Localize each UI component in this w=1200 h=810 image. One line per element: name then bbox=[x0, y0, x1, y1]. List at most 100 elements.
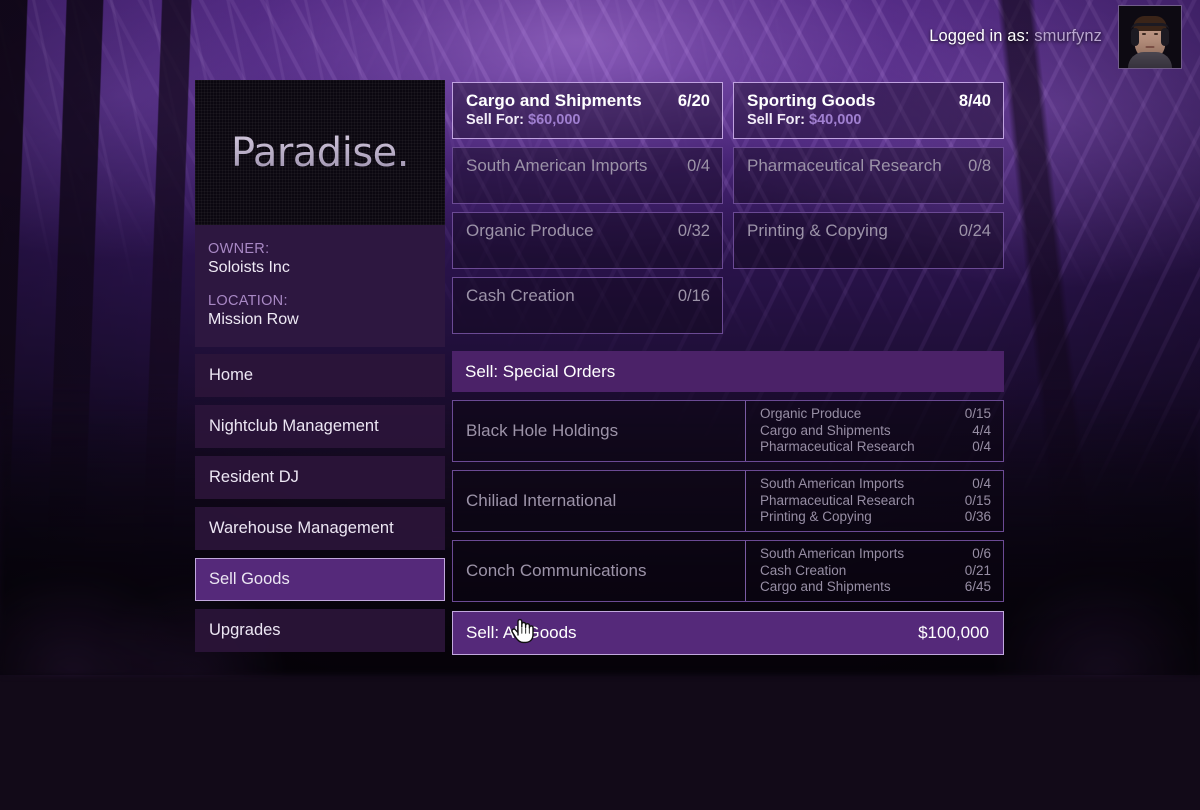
sidebar-item-warehouse-management[interactable]: Warehouse Management bbox=[195, 507, 445, 550]
goods-card-quantity: 0/24 bbox=[959, 222, 991, 241]
sidebar-item-label: Home bbox=[209, 366, 253, 385]
owner-label: OWNER: bbox=[208, 241, 445, 257]
goods-card[interactable]: South American Imports 0/4 bbox=[452, 147, 723, 204]
sidebar-nav: Home Nightclub Management Resident DJ Wareh… bbox=[195, 354, 445, 652]
goods-card-sell-for: Sell For: $60,000 bbox=[466, 112, 710, 128]
goods-card-quantity: 0/4 bbox=[687, 157, 710, 176]
goods-card-row: Pharmaceutical Research 0/8 bbox=[747, 156, 991, 176]
special-order-item-quantity: 0/6 bbox=[972, 546, 991, 563]
sidebar-item-upgrades[interactable]: Upgrades bbox=[195, 609, 445, 652]
special-order-item: Pharmaceutical Research 0/15 bbox=[760, 493, 991, 510]
goods-card-name: South American Imports bbox=[466, 156, 647, 176]
sidebar-item-resident-dj[interactable]: Resident DJ bbox=[195, 456, 445, 499]
special-order-item-name: Printing & Copying bbox=[760, 509, 872, 526]
sell-for-label: Sell For: bbox=[466, 112, 524, 128]
special-order-items: South American Imports 0/6 Cash Creation 0/… bbox=[745, 541, 1003, 601]
special-order-row[interactable]: Conch CommunicationsSouth American Impor… bbox=[452, 540, 1004, 602]
goods-card-name: Pharmaceutical Research bbox=[747, 156, 942, 176]
goods-card[interactable]: Pharmaceutical Research 0/8 bbox=[733, 147, 1004, 204]
special-order-item-name: Organic Produce bbox=[760, 406, 861, 423]
goods-card-row: Cargo and Shipments6/20 bbox=[466, 91, 710, 111]
special-order-item: Cargo and Shipments 4/4 bbox=[760, 423, 991, 440]
special-order-item: Printing & Copying 0/36 bbox=[760, 509, 991, 526]
logged-in-status: Logged in as: smurfynz bbox=[929, 27, 1102, 46]
goods-card-name: Sporting Goods bbox=[747, 91, 875, 111]
goods-card-sell-for: Sell For: $40,000 bbox=[747, 112, 991, 128]
sell-for-amount: $40,000 bbox=[809, 112, 861, 128]
goods-card[interactable]: Organic Produce 0/32 bbox=[452, 212, 723, 269]
sidebar-item-label: Resident DJ bbox=[209, 468, 299, 487]
goods-card[interactable]: Sporting Goods8/40Sell For: $40,000 bbox=[733, 82, 1004, 139]
special-order-item-quantity: 0/15 bbox=[965, 406, 991, 423]
sell-all-goods-label: Sell: All Goods bbox=[466, 623, 577, 643]
special-order-company: Black Hole Holdings bbox=[453, 421, 745, 441]
special-order-item: Cash Creation 0/21 bbox=[760, 563, 991, 580]
special-order-row[interactable]: Chiliad International South American Impo… bbox=[452, 470, 1004, 532]
goods-grid: Cargo and Shipments6/20Sell For: $60,000… bbox=[452, 82, 1004, 334]
logged-in-label: Logged in as: bbox=[929, 27, 1029, 45]
location-value: Mission Row bbox=[208, 311, 445, 329]
special-order-item-quantity: 6/45 bbox=[965, 579, 991, 596]
owner-value: Soloists Inc bbox=[208, 259, 445, 277]
goods-card-name: Cash Creation bbox=[466, 286, 575, 306]
special-order-item-name: Cargo and Shipments bbox=[760, 423, 891, 440]
goods-card-quantity: 0/8 bbox=[968, 157, 991, 176]
special-order-item-quantity: 0/15 bbox=[965, 493, 991, 510]
sidebar-item-label: Sell Goods bbox=[209, 570, 290, 589]
goods-card-quantity: 6/20 bbox=[678, 92, 710, 111]
avatar-torso bbox=[1128, 52, 1172, 68]
special-order-item-name: Cash Creation bbox=[760, 563, 846, 580]
sidebar-item-nightclub-management[interactable]: Nightclub Management bbox=[195, 405, 445, 448]
avatar-eye-right bbox=[1154, 33, 1158, 35]
sidebar-item-sell-goods[interactable]: Sell Goods bbox=[195, 558, 445, 601]
special-order-row[interactable]: Black Hole HoldingsOrganic Produce0/15Ca… bbox=[452, 400, 1004, 462]
sell-all-goods-button[interactable]: Sell: All Goods $100,000 bbox=[452, 611, 1004, 655]
goods-card-name: Printing & Copying bbox=[747, 221, 888, 241]
special-order-item-name: Pharmaceutical Research bbox=[760, 493, 915, 510]
username-value: smurfynz bbox=[1034, 27, 1102, 45]
goods-card-name: Organic Produce bbox=[466, 221, 594, 241]
special-order-item-name: South American Imports bbox=[760, 476, 904, 493]
goods-card[interactable]: Printing & Copying 0/24 bbox=[733, 212, 1004, 269]
special-order-item-quantity: 0/36 bbox=[965, 509, 991, 526]
headphone-left-icon bbox=[1131, 28, 1139, 46]
goods-card[interactable]: Cargo and Shipments6/20Sell For: $60,000 bbox=[452, 82, 723, 139]
special-order-item-name: Pharmaceutical Research bbox=[760, 439, 915, 456]
special-orders-header-label: Sell: Special Orders bbox=[465, 362, 615, 382]
special-orders-header: Sell: Special Orders bbox=[452, 351, 1004, 392]
main-content: Cargo and Shipments6/20Sell For: $60,000… bbox=[452, 82, 1004, 655]
special-order-item: Cargo and Shipments 6/45 bbox=[760, 579, 991, 596]
special-order-item-name: South American Imports bbox=[760, 546, 904, 563]
special-order-company: Chiliad International bbox=[453, 491, 745, 511]
special-order-item-quantity: 4/4 bbox=[972, 423, 991, 440]
special-order-item-name: Cargo and Shipments bbox=[760, 579, 891, 596]
special-order-item: South American Imports 0/6 bbox=[760, 546, 991, 563]
sidebar-item-label: Upgrades bbox=[209, 621, 281, 640]
goods-card-row: Printing & Copying 0/24 bbox=[747, 221, 991, 241]
club-logo-text: Paradise. bbox=[231, 130, 409, 176]
goods-card-row: Sporting Goods8/40 bbox=[747, 91, 991, 111]
special-order-item-quantity: 0/4 bbox=[972, 439, 991, 456]
sell-for-label: Sell For: bbox=[747, 112, 805, 128]
avatar-mouth bbox=[1146, 46, 1155, 48]
goods-card-row: Cash Creation0/16 bbox=[466, 286, 710, 306]
sidebar: Paradise. OWNER: Soloists Inc LOCATION: … bbox=[195, 80, 445, 660]
headphone-right-icon bbox=[1161, 28, 1169, 46]
goods-card-row: Organic Produce 0/32 bbox=[466, 221, 710, 241]
sidebar-item-label: Nightclub Management bbox=[209, 417, 379, 436]
club-info-panel: OWNER: Soloists Inc LOCATION: Mission Ro… bbox=[195, 225, 445, 347]
sell-for-amount: $60,000 bbox=[528, 112, 580, 128]
special-order-items: Organic Produce 0/15 Cargo and Shipments 4/… bbox=[745, 401, 1003, 461]
sidebar-item-label: Warehouse Management bbox=[209, 519, 394, 538]
goods-card[interactable]: Cash Creation0/16 bbox=[452, 277, 723, 334]
goods-card-row: South American Imports 0/4 bbox=[466, 156, 710, 176]
avatar[interactable] bbox=[1118, 5, 1182, 69]
goods-card-quantity: 0/32 bbox=[678, 222, 710, 241]
special-order-item: Pharmaceutical Research 0/4 bbox=[760, 439, 991, 456]
special-order-item: Organic Produce 0/15 bbox=[760, 406, 991, 423]
sidebar-item-home[interactable]: Home bbox=[195, 354, 445, 397]
special-order-item: South American Imports0/4 bbox=[760, 476, 991, 493]
special-orders-list: Black Hole HoldingsOrganic Produce0/15Ca… bbox=[452, 400, 1004, 602]
sell-all-goods-amount: $100,000 bbox=[918, 623, 989, 643]
special-order-item-quantity: 0/21 bbox=[965, 563, 991, 580]
